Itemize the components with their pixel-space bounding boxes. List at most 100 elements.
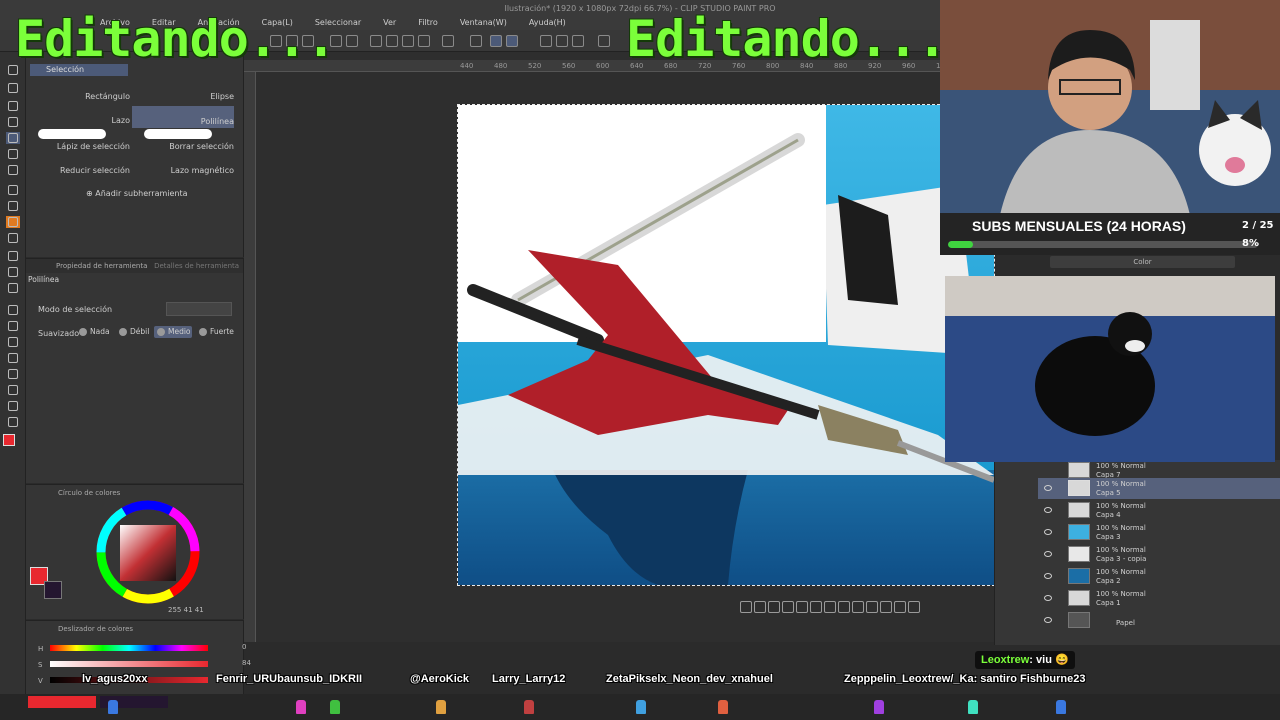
paste-bottom-icon[interactable] bbox=[852, 601, 864, 613]
smooth-weak-option[interactable]: Débil bbox=[116, 326, 150, 338]
layer-row[interactable]: 100 % Normal Capa 4 bbox=[1038, 500, 1280, 521]
decoration-tool-icon[interactable] bbox=[6, 250, 20, 262]
eye-icon[interactable] bbox=[1044, 485, 1052, 491]
expand-icon[interactable] bbox=[768, 601, 780, 613]
transform-icon[interactable] bbox=[442, 35, 454, 47]
selection-mode-2-icon[interactable] bbox=[506, 35, 518, 47]
clear-icon[interactable] bbox=[370, 35, 382, 47]
scale-icon[interactable] bbox=[824, 601, 836, 613]
ruler-left bbox=[244, 72, 256, 642]
layer-row[interactable]: 100 % Normal Capa 1 bbox=[1038, 588, 1280, 609]
color-slider-header: Deslizador de colores bbox=[58, 625, 134, 633]
snap-icon[interactable] bbox=[540, 35, 552, 47]
layer-row[interactable]: 100 % Normal Capa 2 bbox=[1038, 566, 1280, 587]
move-layer-tool-icon[interactable] bbox=[6, 116, 20, 128]
eye-icon[interactable] bbox=[1044, 529, 1052, 535]
subtool-selection-pen[interactable]: Lápiz de selección bbox=[30, 142, 130, 151]
blend-tool-icon[interactable] bbox=[6, 282, 20, 294]
subtool-ellipse[interactable]: Elipse bbox=[136, 92, 234, 101]
copy-icon[interactable] bbox=[402, 35, 414, 47]
subtool-polyline[interactable]: Polilínea bbox=[132, 106, 234, 128]
balloon-tool-icon[interactable] bbox=[6, 400, 20, 412]
airbrush-tool-icon[interactable] bbox=[6, 232, 20, 244]
settings-icon[interactable] bbox=[908, 601, 920, 613]
tool-property-title[interactable]: Propiedad de herramienta bbox=[56, 262, 147, 270]
main-color-swatch[interactable] bbox=[3, 434, 15, 446]
hue-slider[interactable] bbox=[50, 645, 208, 651]
subtool-lasso[interactable]: Lazo bbox=[30, 116, 130, 125]
gradient-tool-icon[interactable] bbox=[6, 320, 20, 332]
correct-line-tool-icon[interactable] bbox=[6, 416, 20, 428]
invert-icon[interactable] bbox=[754, 601, 766, 613]
layer-row-selected[interactable]: 100 % Normal Capa 5 bbox=[1038, 478, 1280, 499]
subtool-rectangle[interactable]: Rectángulo bbox=[30, 92, 130, 101]
subs-goal-widget: SUBS MENSUALES (24 HORAS) 2 / 25 8% bbox=[940, 213, 1280, 255]
menu-filter[interactable]: Filtro bbox=[418, 16, 438, 30]
layer-row[interactable]: 100 % Normal Capa 3 - copia bbox=[1038, 544, 1280, 565]
ruler-tool-icon[interactable] bbox=[6, 368, 20, 380]
subtool-shrink-selection[interactable]: Reducir selección bbox=[30, 166, 130, 175]
menu-view[interactable]: Ver bbox=[383, 16, 396, 30]
auto-select-tool-icon[interactable] bbox=[6, 148, 20, 160]
saturation-slider[interactable] bbox=[50, 661, 208, 667]
deselect-icon[interactable] bbox=[470, 35, 482, 47]
pen-tool-icon[interactable] bbox=[6, 184, 20, 196]
fill-bottom-icon[interactable] bbox=[866, 601, 878, 613]
eraser-tool-icon[interactable] bbox=[6, 266, 20, 278]
viewer-name: Zepppelin_Leoxtrew/_Ka: santiro Fishburn… bbox=[844, 673, 1086, 685]
viewer-name: Larry_Larry12 bbox=[492, 673, 566, 685]
operation-tool-icon[interactable] bbox=[6, 100, 20, 112]
menu-help[interactable]: Ayuda(H) bbox=[529, 16, 566, 30]
layer-row-paper[interactable]: Papel bbox=[1038, 610, 1280, 631]
saturation-label: S bbox=[38, 661, 43, 669]
new-layer-icon[interactable] bbox=[880, 601, 892, 613]
chat-message: Leoxtrew: viu 😄 bbox=[975, 651, 1075, 669]
grid-snap-icon[interactable] bbox=[572, 35, 584, 47]
trim-icon[interactable] bbox=[810, 601, 822, 613]
selection-mode-control[interactable] bbox=[166, 302, 232, 316]
smooth-medium-option[interactable]: Medio bbox=[154, 326, 192, 338]
figure-tool-icon[interactable] bbox=[6, 336, 20, 348]
eye-icon[interactable] bbox=[1044, 551, 1052, 557]
tone-icon[interactable] bbox=[894, 601, 906, 613]
text-tool-icon[interactable] bbox=[6, 384, 20, 396]
smooth-none-option[interactable]: Nada bbox=[76, 326, 110, 338]
smooth-strong-option[interactable]: Fuerte bbox=[196, 326, 234, 338]
subtool-panel: Selección Rectángulo Elipse Lazo Polilín… bbox=[26, 52, 244, 257]
screen: Ilustración* (1920 x 1080px 72dpi 66.7%)… bbox=[0, 0, 1280, 720]
rgb-readout: 255 41 41 bbox=[168, 606, 204, 614]
eye-icon[interactable] bbox=[1044, 573, 1052, 579]
color-wheel[interactable] bbox=[26, 497, 244, 617]
clear-bottom-icon[interactable] bbox=[796, 601, 808, 613]
copy-bottom-icon[interactable] bbox=[838, 601, 850, 613]
eyedropper-tool-icon[interactable] bbox=[6, 164, 20, 176]
move-tool-icon[interactable] bbox=[6, 82, 20, 94]
selection-mode-icon[interactable] bbox=[490, 35, 502, 47]
eye-icon[interactable] bbox=[1044, 617, 1052, 623]
canvas[interactable] bbox=[457, 104, 995, 586]
cut-icon[interactable] bbox=[386, 35, 398, 47]
add-subtool-button[interactable]: ⊕ Añadir subherramienta bbox=[86, 189, 188, 198]
eye-icon[interactable] bbox=[1044, 595, 1052, 601]
ruler-snap-icon[interactable] bbox=[556, 35, 568, 47]
frame-tool-icon[interactable] bbox=[6, 352, 20, 364]
deselect-bottom-icon[interactable] bbox=[740, 601, 752, 613]
paste-icon[interactable] bbox=[418, 35, 430, 47]
subtool-magnetic-lasso[interactable]: Lazo magnético bbox=[136, 166, 234, 175]
redo-icon[interactable] bbox=[346, 35, 358, 47]
sub-color-swatch-2[interactable] bbox=[44, 581, 62, 599]
pencil-tool-icon[interactable] bbox=[6, 200, 20, 212]
viewer-sprite bbox=[636, 700, 646, 714]
tool-detail-title[interactable]: Detalles de herramienta bbox=[154, 262, 239, 270]
guide-icon[interactable] bbox=[598, 35, 610, 47]
brush-tool-icon[interactable] bbox=[6, 216, 20, 228]
color-tab[interactable]: Color bbox=[1050, 256, 1235, 268]
selection-tool-icon[interactable] bbox=[6, 132, 20, 144]
saturation-value: 84 bbox=[242, 659, 251, 667]
shrink-icon[interactable] bbox=[782, 601, 794, 613]
subtool-erase-selection[interactable]: Borrar selección bbox=[136, 142, 234, 151]
menu-window[interactable]: Ventana(W) bbox=[460, 16, 507, 30]
fill-tool-icon[interactable] bbox=[6, 304, 20, 316]
layer-row[interactable]: 100 % Normal Capa 3 bbox=[1038, 522, 1280, 543]
eye-icon[interactable] bbox=[1044, 507, 1052, 513]
